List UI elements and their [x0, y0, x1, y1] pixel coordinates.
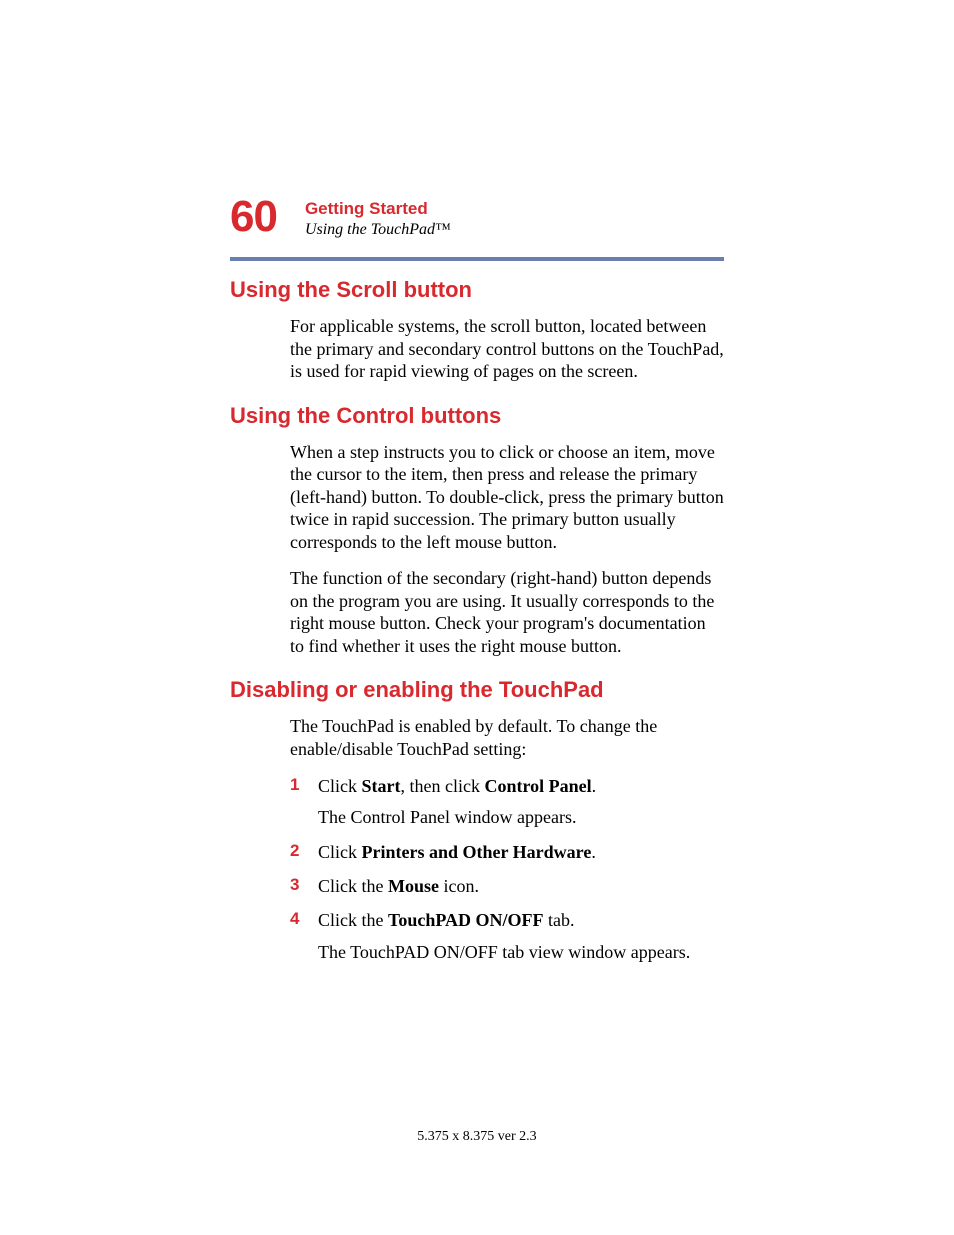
step-text-fragment: icon.: [439, 876, 479, 896]
page-header: 60 Getting Started Using the TouchPad™: [230, 195, 724, 239]
body-paragraph: The TouchPad is enabled by default. To c…: [230, 715, 724, 760]
step-text-fragment: Click: [318, 842, 362, 862]
step-text: Click Printers and Other Hardware.: [318, 842, 596, 862]
page-footer: 5.375 x 8.375 ver 2.3: [0, 1129, 954, 1145]
chapter-title: Getting Started: [305, 199, 451, 219]
step-text-fragment: .: [591, 842, 596, 862]
page-number: 60: [230, 195, 277, 239]
step-bold: Control Panel: [484, 776, 591, 796]
step-number: 2: [290, 840, 299, 863]
section-subtitle: Using the TouchPad™: [305, 221, 451, 239]
section-heading: Using the Scroll button: [230, 277, 724, 303]
steps-list: 1 Click Start, then click Control Panel.…: [230, 774, 724, 964]
header-divider: [230, 257, 724, 261]
section-scroll-button: Using the Scroll button For applicable s…: [230, 277, 724, 383]
step-item: 1 Click Start, then click Control Panel.…: [290, 774, 724, 830]
section-heading: Disabling or enabling the TouchPad: [230, 677, 724, 703]
step-bold: Start: [362, 776, 401, 796]
step-bold: Printers and Other Hardware: [362, 842, 592, 862]
step-bold: TouchPAD ON/OFF: [388, 910, 544, 930]
step-text-fragment: .: [592, 776, 597, 796]
step-text: Click the Mouse icon.: [318, 876, 479, 896]
step-item: 3 Click the Mouse icon.: [290, 874, 724, 898]
step-item: 4 Click the TouchPAD ON/OFF tab. The Tou…: [290, 908, 724, 964]
step-number: 3: [290, 874, 299, 897]
step-text: Click Start, then click Control Panel.: [318, 776, 596, 796]
section-control-buttons: Using the Control buttons When a step in…: [230, 403, 724, 658]
step-text-fragment: , then click: [401, 776, 485, 796]
step-text-fragment: tab.: [544, 910, 575, 930]
step-number: 4: [290, 908, 299, 931]
body-paragraph: For applicable systems, the scroll butto…: [230, 315, 724, 383]
step-follow-text: The TouchPAD ON/OFF tab view window appe…: [318, 941, 724, 964]
step-text-fragment: Click the: [318, 876, 388, 896]
section-disable-enable-touchpad: Disabling or enabling the TouchPad The T…: [230, 677, 724, 964]
step-text-fragment: Click the: [318, 910, 388, 930]
body-paragraph: When a step instructs you to click or ch…: [230, 441, 724, 554]
step-text-fragment: Click: [318, 776, 362, 796]
step-follow-text: The Control Panel window appears.: [318, 806, 724, 829]
section-heading: Using the Control buttons: [230, 403, 724, 429]
step-number: 1: [290, 774, 299, 797]
step-text: Click the TouchPAD ON/OFF tab.: [318, 910, 575, 930]
body-paragraph: The function of the secondary (right-han…: [230, 567, 724, 657]
step-bold: Mouse: [388, 876, 439, 896]
step-item: 2 Click Printers and Other Hardware.: [290, 840, 724, 864]
